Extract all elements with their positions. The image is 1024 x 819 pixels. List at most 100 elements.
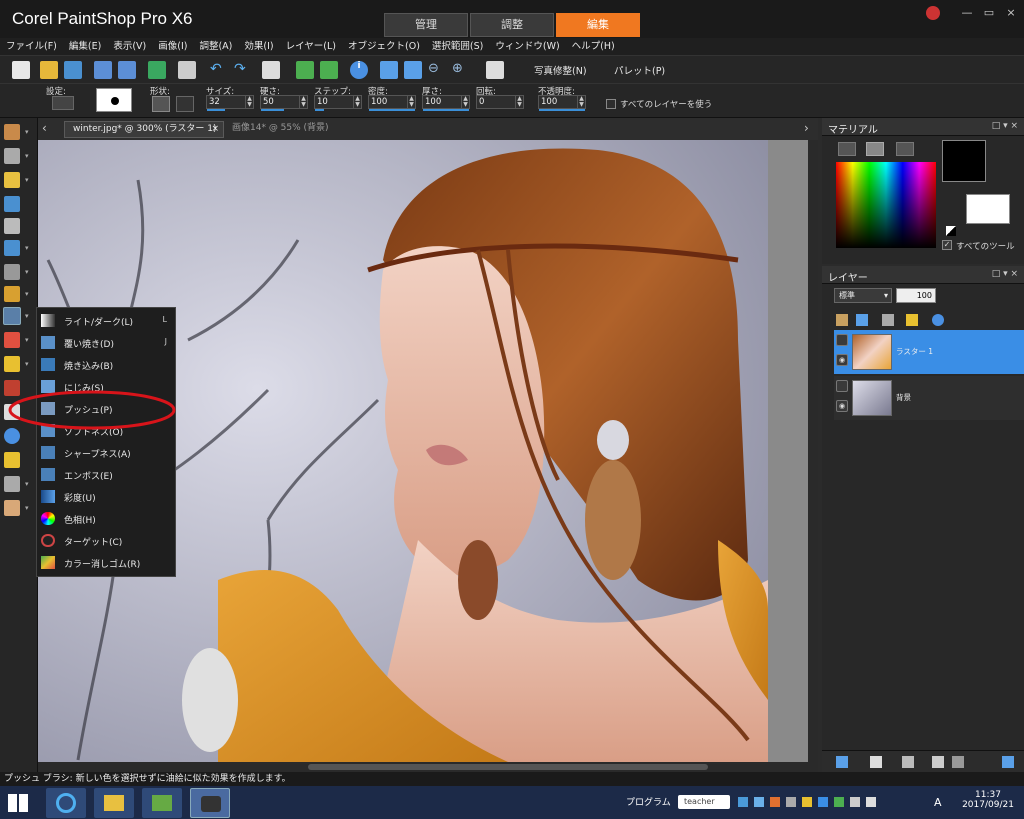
flyout-item-burn[interactable]: 焼き込み(B) [37,354,175,376]
browse-icon[interactable] [64,61,82,79]
taskbar-ie-icon[interactable] [46,788,86,818]
layer-row-background[interactable]: ◉ 背景 [834,376,1024,420]
dropper-tool-icon[interactable] [4,196,20,212]
tray-icon[interactable] [818,797,828,807]
menu-help[interactable]: ヘルプ(H) [566,38,621,56]
share-icon[interactable] [148,61,166,79]
tray-icon[interactable] [738,797,748,807]
color-picker[interactable] [836,162,936,248]
makeover-tool-icon[interactable] [4,286,20,302]
save-icon[interactable] [94,61,112,79]
visibility-eye-icon[interactable]: ◉ [836,400,848,412]
save-as-icon[interactable] [118,61,136,79]
tab-close-icon[interactable]: × [211,122,219,137]
round-shape-button[interactable] [152,96,170,112]
warp-brush-tool-icon[interactable] [4,476,20,492]
rotate-left-icon[interactable] [296,61,314,79]
windows-start-icon[interactable] [8,794,28,812]
menu-view[interactable]: 表示(V) [107,38,152,56]
fill-tool-icon[interactable] [4,356,20,372]
link-icon[interactable] [882,314,894,326]
layer-row-raster1[interactable]: ◉ ラスター 1 [834,330,1024,374]
vertical-scrollbar[interactable] [808,140,818,762]
flyout-item-target[interactable]: ターゲット(C) [37,530,175,552]
brush-tip-preview[interactable] [96,88,132,112]
merge-icon[interactable] [932,756,944,768]
flyout-item-sharpen[interactable]: シャープネス(A) [37,442,175,464]
tabs-next-icon[interactable]: › [804,121,809,135]
flyout-item-hue[interactable]: 色相(H) [37,508,175,530]
close-button[interactable]: × [1002,6,1020,20]
visibility-eye-icon[interactable]: ◉ [836,354,848,366]
adjust-layer-icon[interactable] [902,756,914,768]
network-icon[interactable] [850,797,860,807]
layer-group-icon[interactable] [836,334,848,346]
layer-group-icon[interactable] [836,380,848,392]
eraser-tool-icon[interactable] [4,332,20,348]
mask-icon[interactable] [870,756,882,768]
panel-options-icon[interactable]: □ ▾ × [992,121,1018,131]
clock[interactable]: 11:37 2017/09/21 [958,790,1018,810]
magic-wand-tool-icon[interactable] [4,172,20,188]
all-layers-checkbox[interactable] [606,99,616,109]
rotation-input[interactable]: 0 ▲ ▼ [476,95,524,109]
menu-adjust[interactable]: 調整(A) [193,38,238,56]
lock-icon[interactable] [906,314,918,326]
fit-window-icon[interactable] [404,61,422,79]
rainbow-tab-icon[interactable] [866,142,884,156]
redo-icon[interactable]: ↷ [234,61,252,79]
new-file-icon[interactable] [12,61,30,79]
density-input[interactable]: 100 ▲ ▼ [368,95,416,111]
new-layer-icon[interactable] [836,756,848,768]
blend-mode-select[interactable]: 標準 ▾ [834,288,892,303]
swatches-tab-icon[interactable] [896,142,914,156]
flyout-item-lighten-darken[interactable]: ライト/ダーク(L) L [37,310,175,332]
tray-icon[interactable] [786,797,796,807]
print-icon[interactable] [178,61,196,79]
swap-colors-icon[interactable] [946,226,956,236]
flyout-item-color-eraser[interactable]: カラー消しゴム(R) [37,552,175,574]
tray-icon[interactable] [770,797,780,807]
info-icon[interactable]: i [350,61,368,79]
taskbar-program-label[interactable]: プログラム [626,795,671,808]
layer-tool-icon-1[interactable] [836,314,848,326]
size-input[interactable]: 32 ▲ ▼ [206,95,254,111]
actual-size-icon[interactable] [380,61,398,79]
minimize-button[interactable]: — [958,6,976,20]
flyout-item-emboss[interactable]: エンボス(E) [37,464,175,486]
pen-tool-icon[interactable] [4,452,20,468]
resize-icon[interactable] [262,61,280,79]
maximize-button[interactable]: ▭ [980,6,998,20]
menu-file[interactable]: ファイル(F) [0,38,63,56]
frame-tab-icon[interactable] [838,142,856,156]
step-input[interactable]: 10 ▲ ▼ [314,95,362,111]
taskbar-search-box[interactable]: teacher [678,795,730,809]
menu-layers[interactable]: レイヤー(L) [280,38,342,56]
menu-selections[interactable]: 選択範囲(S) [426,38,489,56]
layer-tool-icon-2[interactable] [856,314,868,326]
menu-effects[interactable]: 効果(I) [238,38,279,56]
background-color-swatch[interactable] [966,194,1010,224]
tray-icon[interactable] [802,797,812,807]
tray-icon[interactable] [834,797,844,807]
zoom-out-icon[interactable]: ⊖ [428,61,446,79]
menu-edit[interactable]: 編集(E) [63,38,107,56]
zoom-in-icon[interactable]: ⊕ [452,61,470,79]
delete-layer-icon[interactable] [952,756,964,768]
tab-adjust[interactable]: 調整 [470,13,554,37]
move-tool-icon[interactable] [4,148,20,164]
hardness-input[interactable]: 50 ▲ ▼ [260,95,308,111]
tray-icon[interactable] [754,797,764,807]
preset-picker[interactable] [52,96,74,110]
tab-image14[interactable]: 画像14* @ 55% (背景) [232,121,342,138]
layer-style-icon[interactable] [932,314,944,326]
tab-winter[interactable]: winter.jpg* @ 300% (ラスター 1) × [64,121,224,138]
taskbar-explorer-icon[interactable] [94,788,134,818]
all-tools-checkbox[interactable]: ✓ [942,240,952,250]
opacity-input[interactable]: 100 ▲ ▼ [538,95,586,111]
layer-opacity-input[interactable]: 100 [896,288,936,303]
retouch-tool-icon[interactable] [3,307,21,325]
foreground-color-swatch[interactable] [942,140,986,182]
volume-icon[interactable] [866,797,876,807]
ime-indicator[interactable]: A [934,796,942,809]
